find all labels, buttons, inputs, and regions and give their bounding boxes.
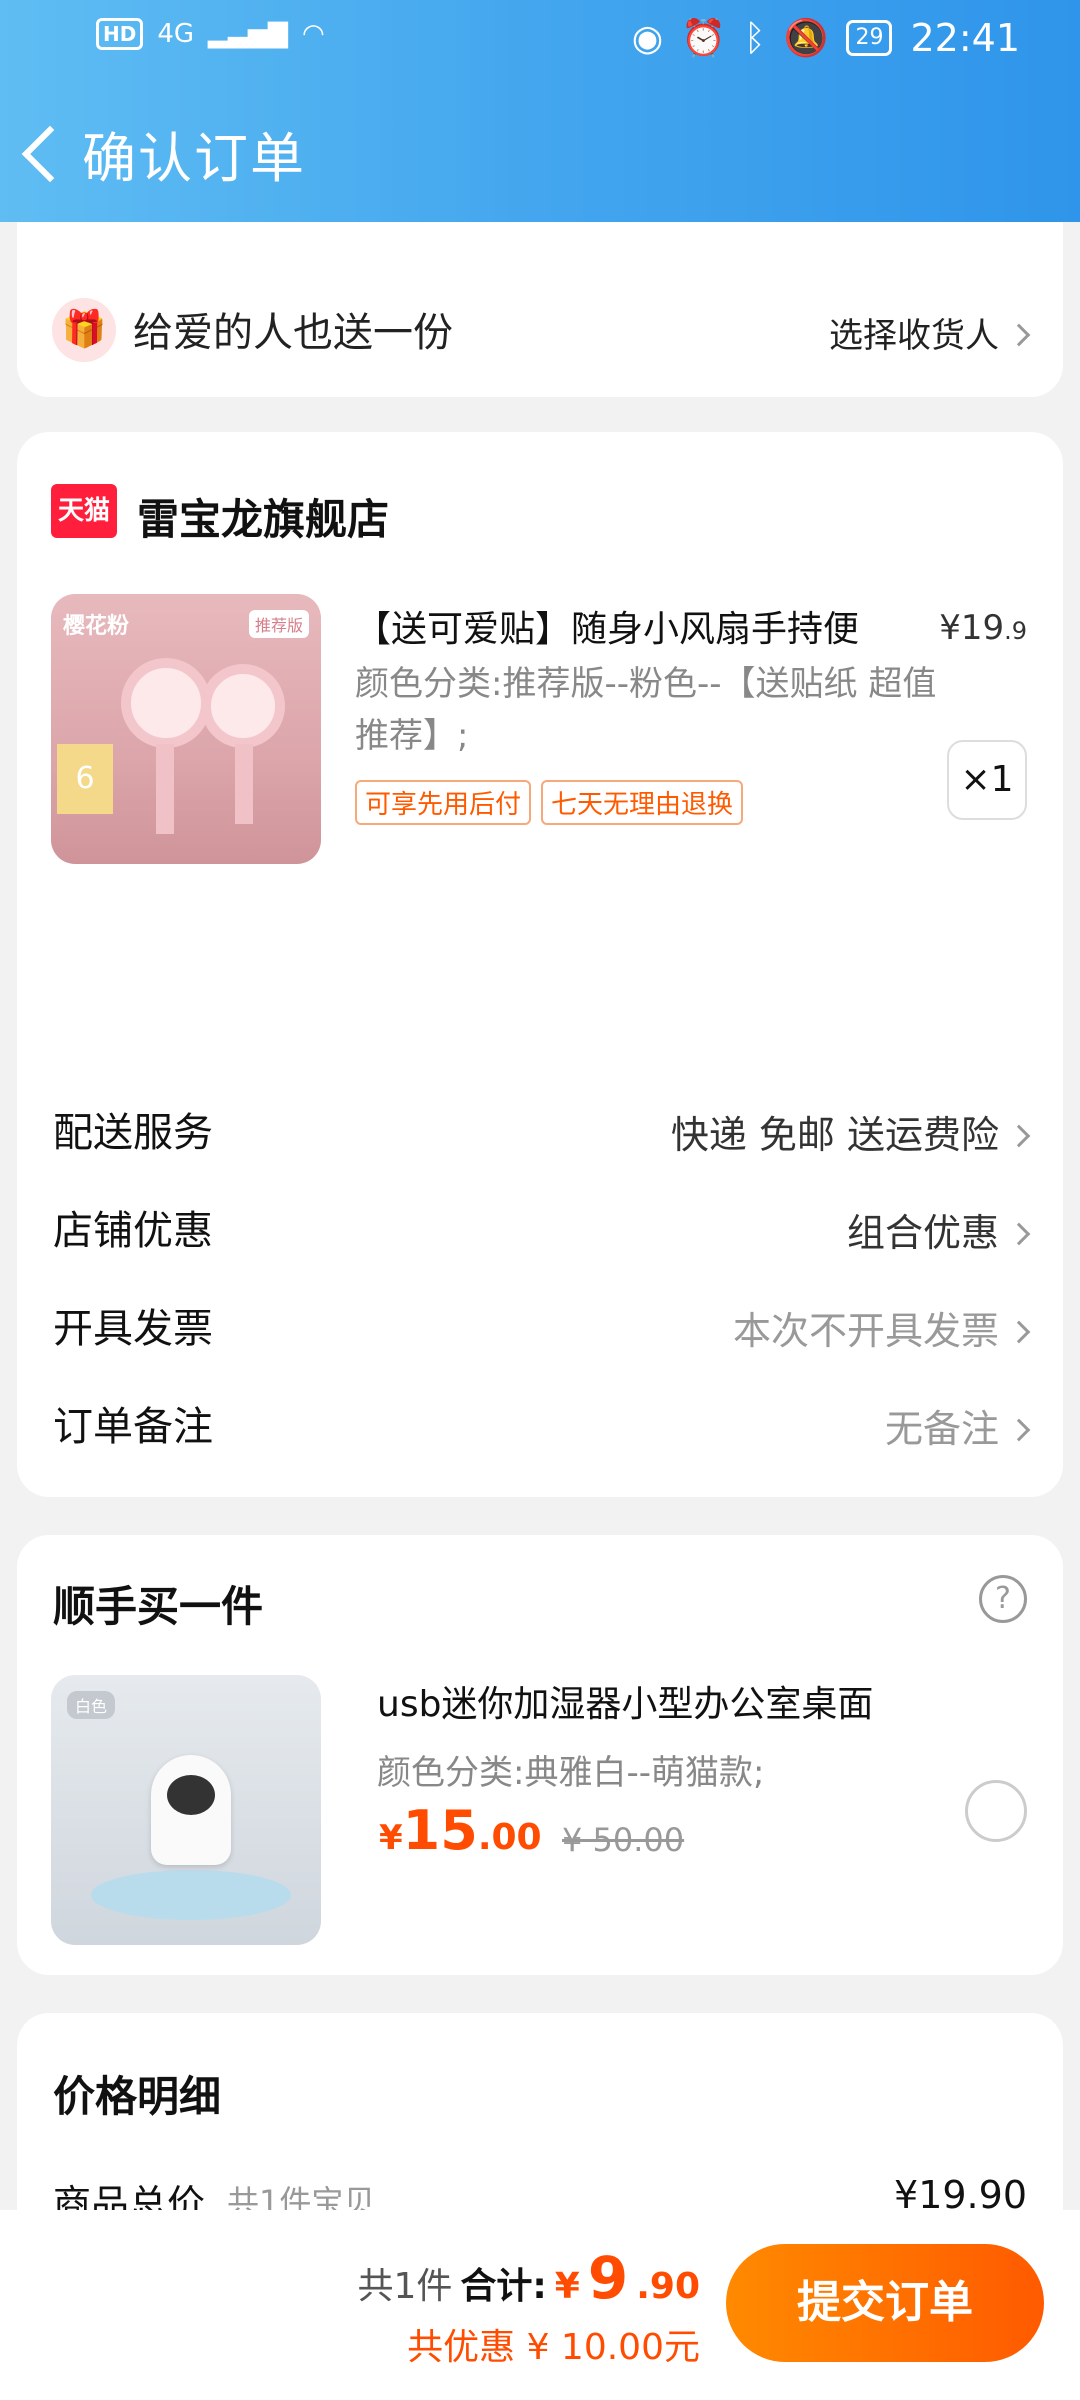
chevron-right-icon	[1007, 1320, 1031, 1344]
product-image[interactable]: 樱花粉 推荐版 6	[51, 594, 321, 864]
price-int: 19	[960, 608, 1005, 648]
chevron-right-icon	[1007, 1124, 1031, 1148]
addon-select-radio[interactable]	[965, 1780, 1027, 1842]
item-count: 共1件	[357, 2266, 453, 2307]
header: HD 4G ▂▃▅▇ ◠ ◉ ⏰ ᛒ 🔕 29 22:41 确认订单	[0, 0, 1080, 222]
shop-name[interactable]: 雷宝龙旗舰店	[137, 486, 389, 547]
service-badges: 可享先用后付 七天无理由退换	[355, 780, 744, 825]
chevron-right-icon	[1007, 1222, 1031, 1246]
addon-name[interactable]: usb迷你加湿器小型办公室桌面	[377, 1675, 873, 1727]
option-value-text: 无备注	[884, 1407, 999, 1451]
addon-old-price: ¥ 50.00	[562, 1821, 685, 1859]
mute-icon: 🔕	[783, 18, 829, 59]
addon-price: ¥15.00	[379, 1799, 542, 1862]
product-cube: 6	[57, 744, 113, 814]
shop-discount-row[interactable]: 店铺优惠 组合优惠	[53, 1198, 1031, 1258]
discount-total: 共优惠 ¥ 10.00元	[407, 2327, 700, 2368]
total-line: 共1件 合计: ¥9.90	[357, 2244, 700, 2312]
sum-dec: .90	[636, 2266, 700, 2307]
quantity-stepper[interactable]: ×1	[947, 740, 1027, 820]
status-right: ◉ ⏰ ᛒ 🔕 29 22:41	[632, 16, 1020, 60]
fan-handle	[156, 744, 174, 834]
eye-icon: ◉	[631, 17, 664, 59]
invoice-row[interactable]: 开具发票 本次不开具发票	[53, 1296, 1031, 1356]
option-label: 开具发票	[53, 1306, 213, 1352]
product-title[interactable]: 【送可爱贴】随身小风扇手持便	[355, 600, 945, 652]
product-image-tag: 樱花粉	[63, 614, 130, 639]
option-label: 配送服务	[53, 1110, 213, 1156]
tmall-logo: 天猫	[51, 484, 117, 538]
order-card: 天猫 雷宝龙旗舰店 樱花粉 推荐版 6 【送可爱贴】随身小风扇手持便 ¥19.9…	[17, 432, 1063, 1497]
stand-shape	[91, 1870, 291, 1920]
addon-price-currency: ¥	[379, 1818, 403, 1858]
fan-handle	[235, 744, 253, 824]
help-icon[interactable]: ?	[979, 1575, 1027, 1623]
hd-badge: HD	[96, 18, 144, 50]
price-detail-title: 价格明细	[53, 2072, 222, 2121]
chevron-right-icon	[1007, 323, 1031, 347]
sum-currency: ¥	[554, 2266, 580, 2307]
wifi-icon: ◠	[302, 19, 325, 49]
battery-icon: 29	[846, 20, 893, 56]
product-sku[interactable]: 颜色分类:推荐版--粉色--【送贴纸 超值推荐】;	[355, 658, 955, 762]
price-symbol: ¥	[939, 608, 961, 648]
submit-order-button[interactable]: 提交订单	[726, 2244, 1044, 2362]
select-recipient-label: 选择收货人	[829, 316, 999, 356]
option-value: 本次不开具发票	[732, 1300, 1031, 1355]
addon-price-int: 15	[402, 1799, 478, 1862]
watermark: 值值值 zhizhizhi.com	[840, 2366, 1062, 2391]
option-value-text: 本次不开具发票	[732, 1309, 999, 1353]
addon-image[interactable]: 白色	[51, 1675, 321, 1945]
gift-text: 给爱的人也送一份	[133, 310, 453, 356]
addon-card: 顺手买一件 ? 白色 usb迷你加湿器小型办公室桌面 颜色分类:典雅白--萌猫款…	[17, 1535, 1063, 1975]
product-price: ¥19.9	[939, 608, 1027, 648]
select-recipient-link[interactable]: 选择收货人	[829, 308, 1031, 357]
nav-bar: 确认订单	[0, 108, 306, 198]
gift-card[interactable]: 🎁 给爱的人也送一份 选择收货人	[17, 222, 1063, 397]
option-value: 无备注	[884, 1398, 1031, 1453]
bottom-bar: 共1件 合计: ¥9.90 共优惠 ¥ 10.00元 提交订单 值值值 zhiz…	[0, 2210, 1080, 2400]
page-title: 确认订单	[82, 126, 306, 190]
delivery-row[interactable]: 配送服务 快递 免邮 送运费险	[53, 1100, 1031, 1160]
signal-icon: ▂▃▅▇	[208, 19, 289, 49]
network-label: 4G	[157, 19, 195, 49]
option-label: 店铺优惠	[53, 1208, 213, 1254]
sum-int: 9	[587, 2244, 629, 2312]
addon-price-dec: .00	[477, 1817, 542, 1858]
order-note-row[interactable]: 订单备注 无备注	[53, 1394, 1031, 1454]
fan-shape	[121, 658, 211, 748]
addon-title: 顺手买一件	[53, 1582, 264, 1631]
option-value-text: 组合优惠	[846, 1211, 999, 1255]
fan-shape	[201, 664, 285, 748]
bluetooth-icon: ᛒ	[744, 17, 766, 59]
option-value-text: 快递 免邮 送运费险	[670, 1113, 999, 1157]
option-label: 订单备注	[53, 1404, 213, 1450]
alarm-icon: ⏰	[681, 18, 727, 59]
product-image-badge: 推荐版	[248, 610, 309, 638]
status-bar: HD 4G ▂▃▅▇ ◠ ◉ ⏰ ᛒ 🔕 29 22:41	[0, 0, 1080, 80]
back-arrow-icon[interactable]	[12, 108, 82, 198]
clock: 22:41	[910, 16, 1020, 60]
status-left: HD 4G ▂▃▅▇ ◠	[96, 18, 325, 50]
badge-pay-later: 可享先用后付	[355, 780, 532, 825]
sum-label: 合计:	[460, 2266, 547, 2307]
addon-sku: 颜色分类:典雅白--萌猫款;	[377, 1753, 765, 1793]
option-value: 组合优惠	[846, 1202, 1031, 1257]
cat-face-shape	[167, 1775, 215, 1815]
gift-icon: 🎁	[52, 298, 116, 362]
badge-seven-day-return: 七天无理由退换	[541, 780, 744, 825]
addon-image-tag: 白色	[67, 1691, 116, 1719]
price-dec: .9	[1004, 617, 1027, 645]
chevron-right-icon	[1007, 1418, 1031, 1442]
option-value: 快递 免邮 送运费险	[670, 1104, 1031, 1159]
